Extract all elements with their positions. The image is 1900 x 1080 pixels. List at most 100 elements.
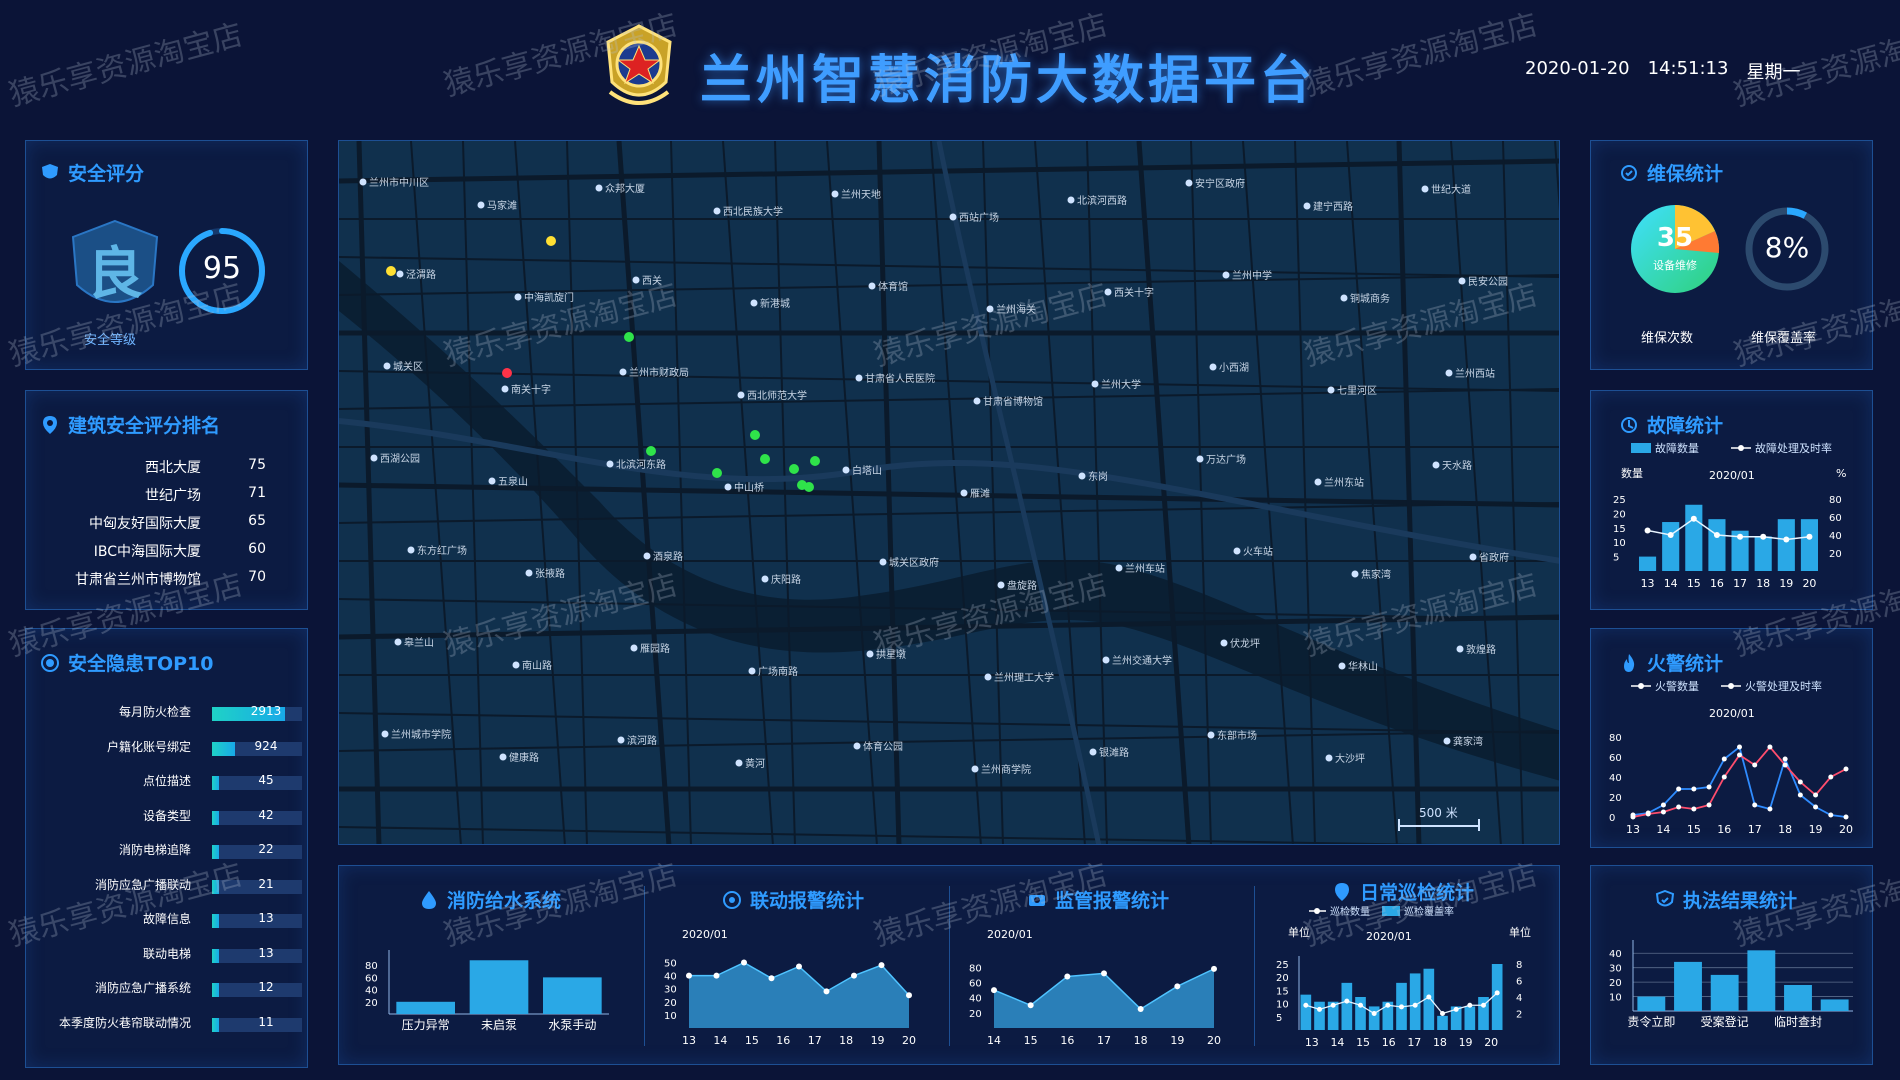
y-tick: 5: [1276, 1013, 1282, 1024]
map-poi-icon: [1338, 662, 1346, 670]
x-tick: 20: [1802, 577, 1816, 590]
map-label: 伏龙坪: [1230, 637, 1260, 650]
x-tick: 19: [1170, 1034, 1184, 1047]
map-alert-marker[interactable]: [750, 430, 760, 440]
x-tick: 15: [1687, 577, 1701, 590]
map-alert-marker[interactable]: [804, 482, 814, 492]
x-tick: 16: [776, 1034, 790, 1047]
x-tick: 临时查封: [1774, 1015, 1822, 1029]
map-alert-marker[interactable]: [810, 456, 820, 466]
x-tick: 15: [1356, 1036, 1370, 1049]
map-alert-marker[interactable]: [624, 332, 634, 342]
y-tick: 10: [664, 1011, 677, 1022]
bar: [396, 1001, 455, 1014]
map-label: 焦家湾: [1361, 568, 1391, 581]
patrol-point: [1440, 1011, 1445, 1016]
fire-series-point: [1645, 811, 1651, 817]
map-label: 北滨河西路: [1077, 194, 1127, 207]
y-tick: 40: [365, 986, 378, 997]
rank-name: IBC中海国际大厦: [93, 544, 201, 560]
maintenance-count-sub: 设备维修: [1653, 259, 1697, 272]
fire-series-point: [1843, 766, 1849, 772]
map-label: 五泉山: [498, 475, 528, 488]
fire-series-point: [1752, 762, 1758, 768]
map-alert-marker[interactable]: [760, 454, 770, 464]
map-label: 兰州市财政局: [629, 366, 689, 379]
patrol-point: [1494, 990, 1500, 996]
map-poi-icon: [1091, 380, 1099, 388]
rank-row: 西北大厦 75: [26, 457, 296, 479]
map-poi-icon: [359, 178, 367, 186]
x-tick: 19: [871, 1034, 885, 1047]
map-poi-icon: [1443, 737, 1451, 745]
map-alert-marker[interactable]: [386, 266, 396, 276]
map-label: 兰州商学院: [981, 763, 1031, 776]
map-poi-icon: [1314, 478, 1322, 486]
y2-tick: 60: [1829, 513, 1842, 524]
legend-label: 火警数量: [1655, 679, 1699, 693]
y-tick: 40: [1609, 773, 1622, 784]
hazard-value: 924: [254, 738, 278, 753]
map-poi-icon: [617, 736, 625, 744]
legend-marker: [1314, 908, 1320, 914]
map-alert-marker[interactable]: [646, 446, 656, 456]
bar: [1784, 985, 1812, 1011]
fire-chart: 火警数量 火警处理及时率 2020/01 80 60 40 20 0 13 14 15 16 17 18 1…: [1609, 679, 1853, 836]
map-canvas[interactable]: 兰州市中川区马家滩 众邦大厦西北民族大学 兰州天地西站广场 北滨河西路 安宁区政府建宁西…: [339, 141, 1560, 845]
patrol-point: [1453, 1006, 1459, 1012]
patrol-point: [1481, 1002, 1486, 1008]
legend-label: 火警处理及时率: [1745, 679, 1822, 693]
map-poi-icon: [1196, 455, 1204, 463]
map-label: 张掖路: [535, 567, 565, 580]
x-tick: 18: [1134, 1034, 1148, 1047]
bar: [1747, 950, 1776, 1011]
map-poi-icon: [1303, 202, 1311, 210]
patrol-point: [1385, 1002, 1391, 1008]
y-tick: 20: [1609, 793, 1622, 804]
map-poi-icon: [514, 293, 522, 301]
fire-series-point: [1706, 802, 1712, 808]
y-tick: 20: [1609, 978, 1622, 989]
y-tick: 40: [1609, 949, 1622, 960]
y2-tick: 40: [1829, 531, 1842, 542]
area-point: [991, 987, 997, 994]
patrol-point: [1412, 1002, 1418, 1008]
hazard-bar-fill: [212, 810, 220, 825]
hazard-bar-fill: [212, 1017, 220, 1032]
bar: [469, 960, 529, 1014]
map-label: 小西湖: [1219, 362, 1249, 374]
month-label: 2020/01: [682, 928, 728, 941]
rank-value: 60: [248, 541, 266, 557]
city-map[interactable]: 兰州市中川区 马家滩 众邦大厦 西北民族大学 兰州天地 西站广场 北滨河西路 安宁区政府 建宁西…: [338, 140, 1560, 845]
hazard-name: 消防电梯追降: [118, 843, 191, 857]
fault-rate-point: [1667, 532, 1674, 538]
hazard-value: 13: [258, 911, 274, 925]
fire-series-point: [1797, 792, 1803, 798]
map-alert-marker[interactable]: [546, 236, 556, 246]
map-alert-marker[interactable]: [502, 368, 512, 378]
map-alert-marker[interactable]: [789, 464, 799, 474]
map-poi-icon: [1445, 369, 1453, 377]
map-label: 滨河路: [627, 734, 657, 747]
area-point: [1101, 970, 1107, 977]
fire-series-point: [1737, 752, 1742, 758]
map-poi-icon: [724, 483, 732, 491]
hazard-name: 故障信息: [142, 912, 191, 926]
map-label: 西北民族大学: [723, 205, 783, 218]
map-label: 北滨河东路: [616, 458, 666, 471]
x-tick: 14: [987, 1034, 1001, 1047]
hazard-row: 联动电梯 13: [26, 945, 326, 965]
map-label: 西北师范大学: [747, 389, 807, 402]
fault-rate-point: [1713, 532, 1720, 538]
map-label: 兰州西站: [1455, 367, 1495, 380]
map-poi-icon: [595, 184, 603, 192]
building-rank-list: 西北大厦 75 世纪广场 71 中匈友好国际大厦 65 IBC中海国际大厦 60 甘肃省兰州市博…: [26, 457, 309, 607]
map-label: 兰州交通大学: [1112, 654, 1172, 667]
fire-series-point: [1782, 762, 1788, 768]
page-title: 兰州智慧消防大数据平台: [700, 51, 1317, 111]
map-poi-icon: [997, 581, 1005, 589]
left-unit: 数量: [1621, 467, 1643, 480]
map-alert-marker[interactable]: [712, 468, 722, 478]
hazard-row: 消防电梯追降 22: [26, 841, 326, 861]
hazard-value: 42: [258, 807, 274, 822]
